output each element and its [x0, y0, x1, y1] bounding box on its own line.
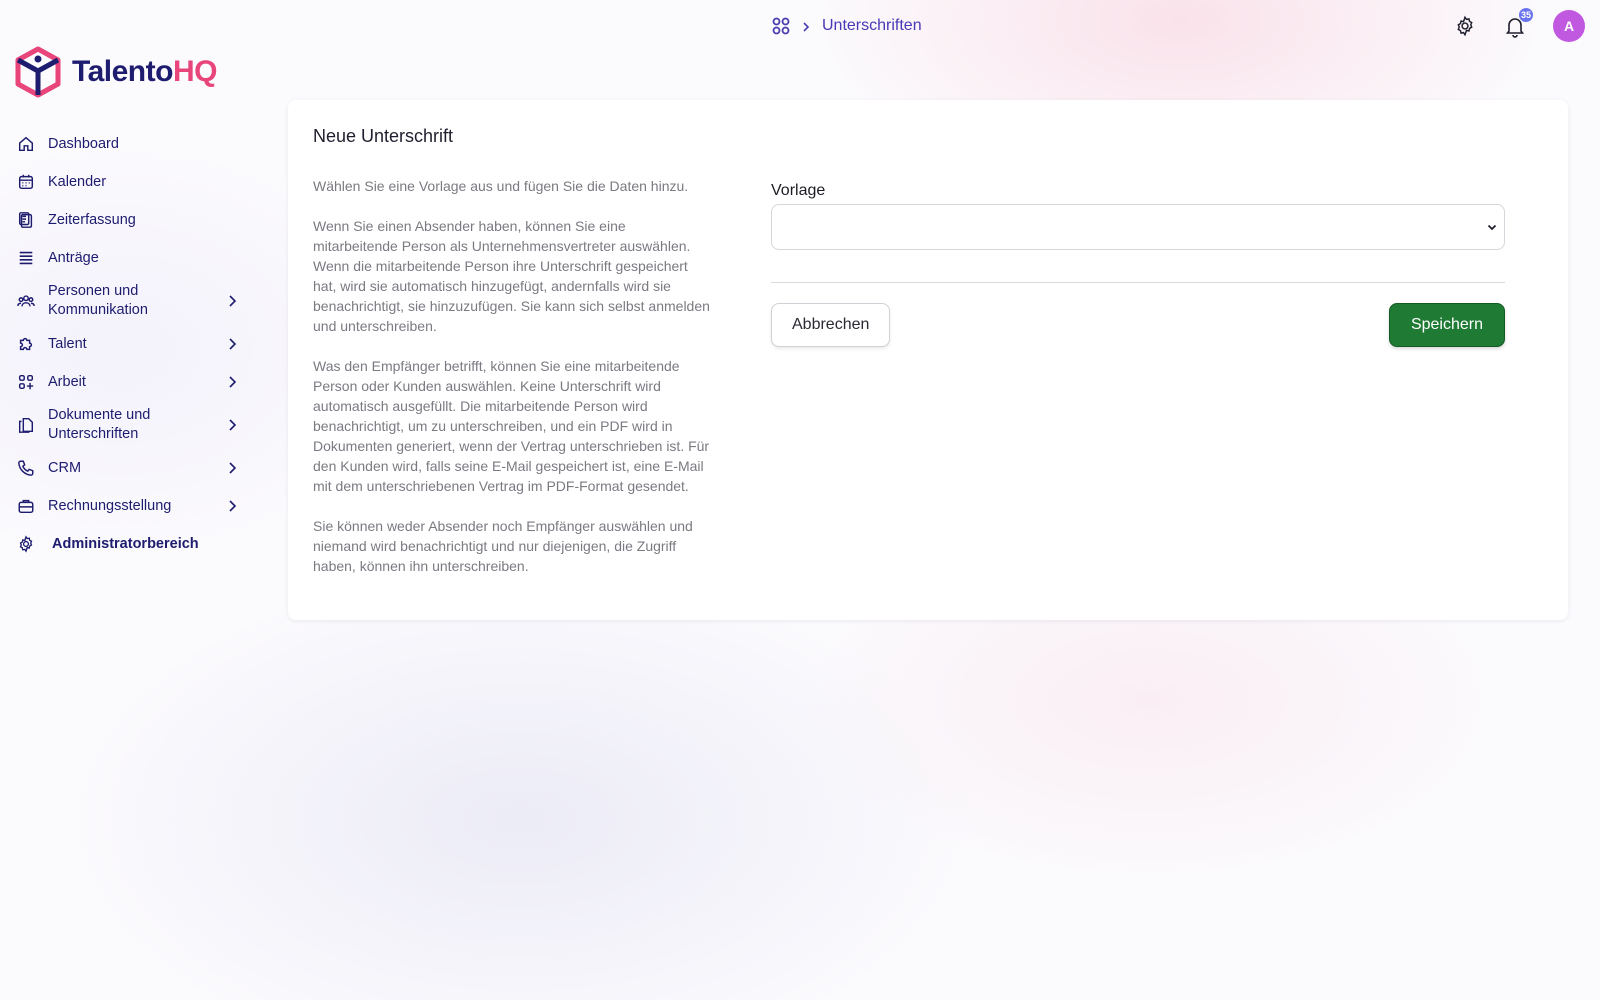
sidebar-item-label: Kalender [48, 173, 107, 190]
sidebar-item-administratorbereich[interactable]: Administratorbereich [16, 525, 244, 563]
sidebar-item-label: Rechnungsstellung [48, 497, 172, 514]
sidebar-item-zeiterfassung[interactable]: Zeiterfassung [16, 201, 244, 239]
users-icon [16, 291, 36, 311]
documents-icon [16, 415, 36, 435]
sidebar-item-label: Dokumente und Unterschriften [48, 407, 151, 442]
sidebar-item-dokumente-unterschriften[interactable]: Dokumente und Unterschriften [16, 401, 244, 449]
chevron-right-icon [229, 338, 237, 350]
sidebar-item-label: Administratorbereich [52, 535, 199, 552]
chevron-right-icon [800, 20, 812, 32]
settings-gear-icon[interactable] [1453, 14, 1477, 38]
signature-form: Vorlage Abbrechen Speichern [771, 182, 1505, 347]
briefcase-icon [16, 496, 36, 516]
brand-logo[interactable]: TalentoHQ [14, 46, 217, 98]
form-actions: Abbrechen Speichern [771, 303, 1505, 347]
chevron-right-icon [229, 462, 237, 474]
gear-icon [16, 534, 36, 554]
sidebar-item-kalender[interactable]: Kalender [16, 163, 244, 201]
sidebar-item-label: Zeiterfassung [48, 211, 136, 228]
puzzle-icon [16, 334, 36, 354]
sidebar-item-talent[interactable]: Talent [16, 325, 244, 363]
help-text: Wählen Sie eine Vorlage aus und fügen Si… [313, 176, 713, 596]
cancel-button[interactable]: Abbrechen [771, 303, 891, 347]
sidebar-item-label: CRM [48, 459, 82, 476]
help-paragraph: Sie können weder Absender noch Empfänger… [313, 518, 693, 574]
breadcrumb: Unterschriften [772, 14, 922, 38]
notification-badge: 35 [1519, 8, 1533, 22]
divider [771, 282, 1505, 283]
cube-logo-icon [15, 46, 61, 98]
template-select[interactable] [771, 204, 1505, 250]
sidebar-item-label: Anträge [48, 249, 99, 266]
page-title: Neue Unterschrift [313, 126, 454, 146]
sidebar-item-label: Personen und Kommunikation [48, 283, 148, 318]
chevron-down-icon [1487, 224, 1497, 231]
sidebar-item-label: Dashboard [48, 135, 119, 152]
calendar-icon [16, 172, 36, 192]
phone-icon [16, 458, 36, 478]
list-icon [16, 248, 36, 268]
brand-name: TalentoHQ [72, 55, 217, 88]
user-avatar[interactable]: A [1553, 10, 1585, 42]
help-paragraph: Wenn Sie einen Absender haben, können Si… [313, 218, 710, 334]
sidebar-item-label: Arbeit [48, 373, 86, 390]
chevron-right-icon [229, 419, 237, 431]
apps-grid-icon[interactable] [772, 17, 790, 35]
save-button[interactable]: Speichern [1388, 303, 1505, 347]
chevron-right-icon [229, 500, 237, 512]
sidebar-item-crm[interactable]: CRM [16, 449, 244, 487]
chevron-right-icon [229, 376, 237, 388]
template-label: Vorlage [771, 182, 826, 199]
help-paragraph: Was den Empfänger betrifft, können Sie e… [313, 358, 710, 494]
top-actions: 35 A [1453, 8, 1585, 42]
sidebar-item-antraege[interactable]: Anträge [16, 239, 244, 277]
chevron-right-icon [229, 295, 237, 307]
home-icon [16, 134, 36, 154]
sidebar-item-dashboard[interactable]: Dashboard [16, 125, 244, 163]
apps-plus-icon [16, 372, 36, 392]
breadcrumb-current[interactable]: Unterschriften [822, 17, 922, 35]
sidebar-item-personen-kommunikation[interactable]: Personen und Kommunikation [16, 277, 244, 325]
sidebar-item-label: Talent [48, 335, 87, 352]
help-paragraph: Wählen Sie eine Vorlage aus und fügen Si… [313, 178, 689, 194]
sidebar-item-arbeit[interactable]: Arbeit [16, 363, 244, 401]
sidebar-item-rechnungsstellung[interactable]: Rechnungsstellung [16, 487, 244, 525]
clipboard-icon [16, 210, 36, 230]
new-signature-card: Neue Unterschrift Wählen Sie eine Vorlag… [288, 100, 1568, 620]
sidebar-nav: Dashboard Kalender Zeiterfassung Anträge… [16, 125, 244, 563]
notifications-bell-icon[interactable]: 35 [1503, 8, 1533, 38]
